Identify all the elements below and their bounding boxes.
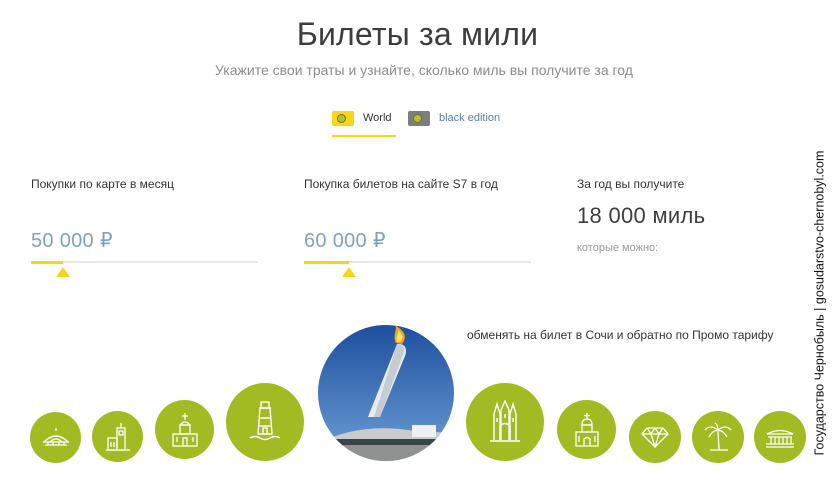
dome-icon [42,427,69,446]
tab-world[interactable]: World [332,105,404,131]
s7-spend-label: Покупка билетов на сайте S7 в год [304,177,498,191]
destination-palm-tree[interactable] [692,411,744,463]
tab-black-edition-label: black edition [439,112,501,124]
destination-lighthouse[interactable] [226,383,304,461]
destination-orthodox-church[interactable] [557,400,616,459]
card-spend-label: Покупки по карте в месяц [31,177,174,191]
page-subtitle: Укажите свои траты и узнайте, сколько ми… [215,62,633,78]
world-card-icon [332,110,354,126]
card-spend-slider-fill [31,261,63,264]
destination-theater[interactable] [754,411,806,463]
black-card-icon [408,110,430,126]
page-title: Билеты за мили [296,16,539,52]
destination-dome[interactable] [30,412,81,463]
watermark: Государство Чернобыль | gosudarstvo-cher… [806,128,832,478]
active-tab-indicator [332,135,396,137]
card-type-tabs: World black edition [330,105,510,137]
destination-tower[interactable] [92,411,143,462]
tab-world-label: World [363,112,392,124]
diamond-icon [641,426,669,448]
s7-spend-slider-track[interactable] [304,261,531,264]
sochi-olympic-torch-photo[interactable] [318,325,454,461]
card-spend-slider-track[interactable] [31,261,258,264]
result-label: За год вы получите [577,177,685,191]
destination-cathedral[interactable] [466,383,544,461]
s7-spend-slider-fill [304,261,349,264]
destination-diamond[interactable] [629,411,681,463]
destination-church[interactable] [155,400,214,459]
tab-black-edition[interactable]: black edition [408,105,508,131]
theater-icon [766,429,794,448]
card-spend-value[interactable]: 50 000 ₽ [31,228,113,253]
exchange-description: обменять на билет в Сочи и обратно по Пр… [467,328,774,342]
miles-result: 18 000 миль [577,203,706,228]
s7-spend-slider-handle[interactable] [342,267,356,277]
card-spend-slider-handle[interactable] [56,267,70,277]
olympic-torch-photo [318,325,454,461]
palm-tree-icon [704,422,732,451]
s7-spend-value[interactable]: 60 000 ₽ [304,228,386,253]
cathedral-icon [490,400,520,442]
orthodox-church-icon [574,412,599,447]
watermark-text: Государство Чернобыль | gosudarstvo-cher… [812,150,827,456]
tower-icon [105,422,130,451]
church-icon [171,412,198,447]
lighthouse-icon [249,401,281,441]
result-note: которые можно: [577,242,659,254]
